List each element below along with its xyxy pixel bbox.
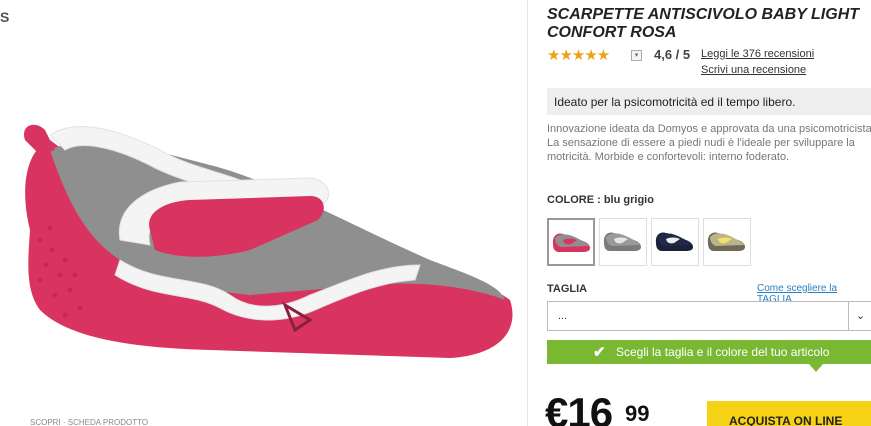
color-label: COLORE : blu grigio — [547, 194, 654, 206]
price-main: €16 — [545, 389, 613, 426]
notice-pointer — [809, 364, 823, 372]
color-swatch[interactable] — [599, 218, 647, 266]
write-review-link[interactable]: Scrivi una recensione — [701, 64, 806, 76]
size-select-value: ... — [558, 310, 568, 322]
product-highlight: Ideato per la psicomotricità ed il tempo… — [547, 88, 871, 115]
selection-notice-text: Scegli la taglia e il colore del tuo art… — [616, 345, 830, 359]
color-swatch[interactable] — [651, 218, 699, 266]
product-image-area: S SCOPRI · SCHEDA PRODOTTO — [0, 0, 527, 426]
product-panel: SCARPETTE ANTISCIVOLO BABY LIGHT CONFORT… — [528, 0, 871, 426]
color-swatch[interactable] — [703, 218, 751, 266]
size-label: TAGLIA — [547, 283, 588, 295]
rating-dropdown-icon[interactable]: ▾ — [631, 50, 642, 61]
rating-score: 4,6 / 5 — [654, 47, 691, 62]
selection-notice: ✔ Scegli la taglia e il colore del tuo a… — [547, 340, 871, 364]
buy-online-button[interactable]: ACQUISTA ON LINE — [707, 401, 871, 426]
bottom-text: SCOPRI · SCHEDA PRODOTTO — [30, 418, 149, 426]
product-description: Innovazione ideata da Domyos e approvata… — [547, 123, 871, 163]
swatch-shoe-icon — [707, 230, 745, 251]
swatch-shoe-icon — [552, 231, 590, 252]
product-image[interactable] — [10, 110, 520, 365]
highlight-text: Ideato per la psicomotricità ed il tempo… — [554, 95, 796, 109]
rating-stars: ★★★★★ — [547, 47, 610, 64]
buy-online-label: ACQUISTA ON LINE — [729, 414, 843, 426]
price-cents: 99 — [625, 401, 650, 426]
edge-glyph: S — [0, 9, 10, 25]
product-title: SCARPETTE ANTISCIVOLO BABY LIGHT CONFORT… — [547, 6, 860, 41]
read-reviews-link[interactable]: Leggi le 376 recensioni — [701, 48, 814, 60]
size-select[interactable]: ... ⌄ — [547, 301, 871, 331]
check-icon: ✔ — [593, 344, 606, 361]
color-swatch[interactable] — [547, 218, 595, 266]
chevron-down-icon[interactable]: ⌄ — [848, 302, 871, 330]
swatch-shoe-icon — [655, 230, 693, 251]
swatch-shoe-icon — [603, 230, 641, 251]
